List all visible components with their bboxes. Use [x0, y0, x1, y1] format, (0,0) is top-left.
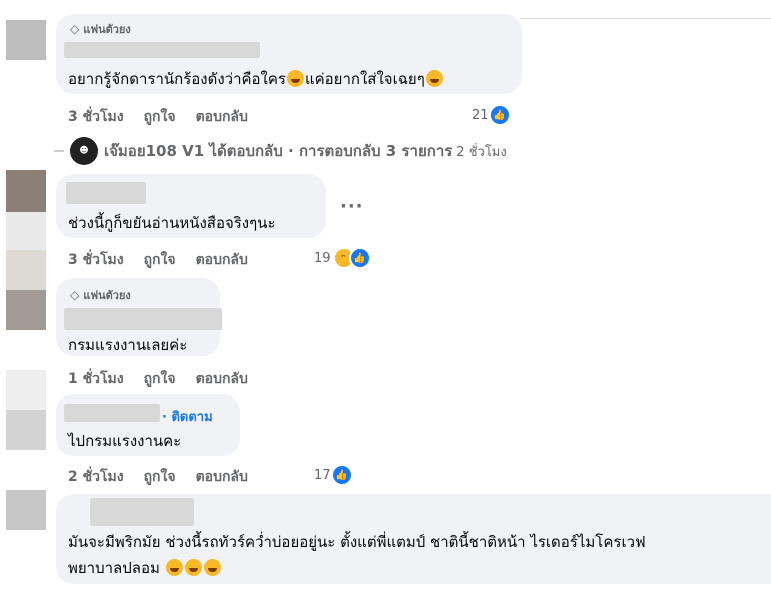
comment-time[interactable]: 3 ชั่วโมง [68, 106, 124, 128]
more-options-button[interactable]: ··· [340, 196, 364, 217]
reply-button[interactable]: ตอบกลับ [196, 249, 248, 271]
comment-text-line1: มันจะมีพริกมัย ช่วงนี้รถทัวร์คว่ำบ่อยอยู… [68, 533, 646, 551]
avatar[interactable] [6, 490, 46, 530]
reaction-count: 17 [314, 467, 331, 483]
reply-time: 2 ชั่วโมง [456, 144, 507, 160]
like-reaction-icon: 👍 [330, 464, 353, 486]
like-button[interactable]: ถูกใจ [144, 368, 176, 390]
author-name-blurred[interactable] [90, 498, 194, 526]
comment-text-line2: พยาบาลปลอม [68, 556, 222, 580]
reaction-summary[interactable]: 17 👍 [314, 464, 353, 486]
reply-button[interactable]: ตอบกลับ [196, 368, 248, 390]
laughing-emoji-icon [184, 559, 202, 576]
author-name-blurred[interactable] [64, 308, 222, 330]
comment-text: ไปกรมแรงงานคะ [68, 432, 182, 450]
like-button[interactable]: ถูกใจ [144, 249, 176, 271]
avatar[interactable] [6, 20, 46, 60]
rolling-laughing-emoji-icon [425, 70, 443, 87]
top-fan-label: แฟนตัวยง [83, 289, 131, 302]
reply-connector [54, 150, 64, 152]
author-name-blurred[interactable] [66, 182, 146, 204]
replier-avatar: ☻ [70, 137, 98, 165]
reaction-count: 21 [472, 107, 489, 123]
like-reaction-icon: 👍 [348, 247, 371, 269]
laughing-emoji-icon [165, 559, 183, 576]
author-name-blurred[interactable] [64, 404, 160, 422]
comment-time[interactable]: 3 ชั่วโมง [68, 249, 124, 271]
comment-time[interactable]: 2 ชั่วโมง [68, 466, 124, 488]
like-button[interactable]: ถูกใจ [144, 106, 176, 128]
avatar[interactable] [6, 170, 46, 212]
reply-button[interactable]: ตอบกลับ [196, 106, 248, 128]
comment-text: กรมแรงงานเลยค่ะ [68, 336, 188, 354]
like-button[interactable]: ถูกใจ [144, 466, 176, 488]
laughing-emoji-icon [203, 559, 221, 576]
comment-text: ช่วงนี้กูก็ขยันอ่านหนังสือจริงๆนะ [68, 214, 276, 232]
avatar[interactable] [6, 370, 46, 410]
comment-time[interactable]: 1 ชั่วโมง [68, 368, 124, 390]
like-reaction-icon: 👍 [488, 104, 511, 126]
comment-actions: 3 ชั่วโมง ถูกใจ ตอบกลับ [68, 249, 248, 271]
reaction-summary[interactable]: 19 ᵔ 👍 [314, 247, 371, 269]
reaction-summary[interactable]: 21 👍 [472, 104, 511, 126]
follow-button[interactable]: · ติดตาม [162, 406, 213, 427]
avatar[interactable] [6, 250, 46, 290]
reply-button[interactable]: ตอบกลับ [196, 466, 248, 488]
comment-actions: 3 ชั่วโมง ถูกใจ ตอบกลับ [68, 106, 248, 128]
comment-text: อยากรู้จักดารานักร้องดังว่าคือใคร แค่อยาก… [68, 67, 444, 91]
comment-actions: 2 ชั่วโมง ถูกใจ ตอบกลับ [68, 466, 248, 488]
diamond-icon: ◇ [70, 288, 80, 302]
diamond-icon: ◇ [70, 22, 80, 36]
replied-label: ได้ตอบกลับ [209, 142, 283, 160]
comment-actions: 1 ชั่วโมง ถูกใจ ตอบกลับ [68, 368, 248, 390]
separator: · [288, 142, 294, 160]
replier-name: เจ๊มอย108 V1 [104, 142, 205, 160]
avatar[interactable] [6, 212, 46, 250]
author-name-blurred[interactable] [64, 42, 260, 58]
reply-count: การตอบกลับ 3 รายการ [298, 142, 453, 160]
top-fan-badge: ◇ แฟนตัวยง [70, 286, 131, 304]
avatar[interactable] [6, 290, 46, 330]
view-replies-link[interactable]: ☻ เจ๊มอย108 V1 ได้ตอบกลับ · การตอบกลับ 3… [54, 137, 507, 165]
top-fan-badge: ◇ แฟนตัวยง [70, 20, 131, 38]
divider [520, 18, 771, 19]
avatar[interactable] [6, 410, 46, 450]
top-fan-label: แฟนตัวยง [83, 23, 131, 36]
reaction-count: 19 [314, 250, 331, 266]
laughing-emoji-icon [286, 70, 304, 87]
